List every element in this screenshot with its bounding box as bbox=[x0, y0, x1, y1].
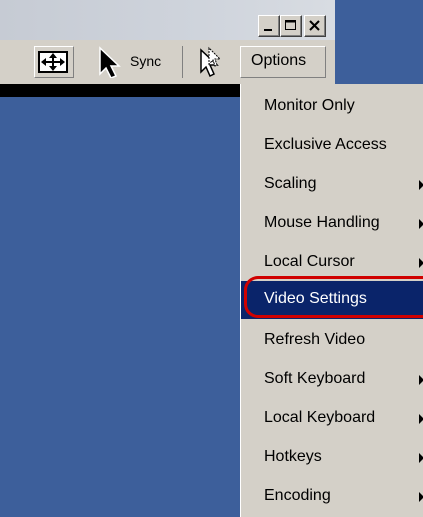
submenu-arrow-icon bbox=[419, 219, 423, 229]
menu-item-label: Hotkeys bbox=[264, 448, 322, 465]
menu-item-mouse-handling[interactable]: Mouse Handling bbox=[241, 205, 423, 243]
submenu-arrow-icon bbox=[419, 375, 423, 385]
menu-item-label: Local Keyboard bbox=[264, 409, 376, 426]
mouse-arrow-icon bbox=[99, 46, 121, 78]
menu-item-local-keyboard[interactable]: Local Keyboard bbox=[241, 400, 423, 438]
maximize-icon bbox=[285, 20, 296, 30]
toolbar: Sync Options bbox=[0, 40, 335, 84]
remote-desktop-area[interactable] bbox=[0, 97, 240, 517]
remote-screen-top-edge bbox=[0, 84, 240, 97]
sync-mouse-button[interactable]: Sync bbox=[82, 46, 180, 78]
options-menu-button[interactable]: Options bbox=[240, 46, 326, 78]
maximize-button[interactable] bbox=[280, 15, 302, 37]
highlight-annotation-ring bbox=[244, 276, 423, 318]
menu-item-exclusive-access[interactable]: Exclusive Access bbox=[241, 127, 423, 165]
submenu-arrow-icon bbox=[419, 414, 423, 424]
close-icon bbox=[309, 20, 320, 31]
menu-item-encoding[interactable]: Encoding bbox=[241, 478, 423, 516]
menu-item-refresh-video[interactable]: Refresh Video bbox=[241, 322, 423, 360]
desktop-background-top bbox=[335, 0, 423, 84]
menu-item-soft-keyboard[interactable]: Soft Keyboard bbox=[241, 361, 423, 399]
menu-item-label: Monitor Only bbox=[264, 97, 355, 114]
menu-item-label: Encoding bbox=[264, 487, 331, 504]
fit-screen-button[interactable] bbox=[34, 46, 74, 78]
sync-label: Sync bbox=[130, 53, 162, 69]
submenu-arrow-icon bbox=[419, 453, 423, 463]
menu-item-label: Scaling bbox=[264, 175, 317, 192]
submenu-arrow-icon bbox=[419, 180, 423, 190]
menu-item-label: Refresh Video bbox=[264, 331, 366, 348]
options-label: Options bbox=[251, 52, 307, 69]
menu-item-monitor-only[interactable]: Monitor Only bbox=[241, 88, 423, 126]
menu-item-scaling[interactable]: Scaling bbox=[241, 166, 423, 204]
single-cursor-button[interactable] bbox=[182, 46, 238, 78]
menu-item-label: Soft Keyboard bbox=[264, 370, 366, 387]
submenu-arrow-icon bbox=[419, 258, 423, 268]
minimize-button[interactable] bbox=[258, 15, 280, 37]
menu-item-label: Local Cursor bbox=[264, 253, 355, 270]
single-cursor-icon bbox=[200, 46, 222, 78]
window-title-bar bbox=[0, 0, 335, 40]
fit-screen-icon bbox=[38, 51, 68, 73]
menu-item-hotkeys[interactable]: Hotkeys bbox=[241, 439, 423, 477]
menu-item-label: Mouse Handling bbox=[264, 214, 380, 231]
submenu-arrow-icon bbox=[419, 492, 423, 502]
close-button[interactable] bbox=[304, 15, 326, 37]
minimize-icon bbox=[264, 29, 272, 31]
menu-item-label: Exclusive Access bbox=[264, 136, 387, 153]
